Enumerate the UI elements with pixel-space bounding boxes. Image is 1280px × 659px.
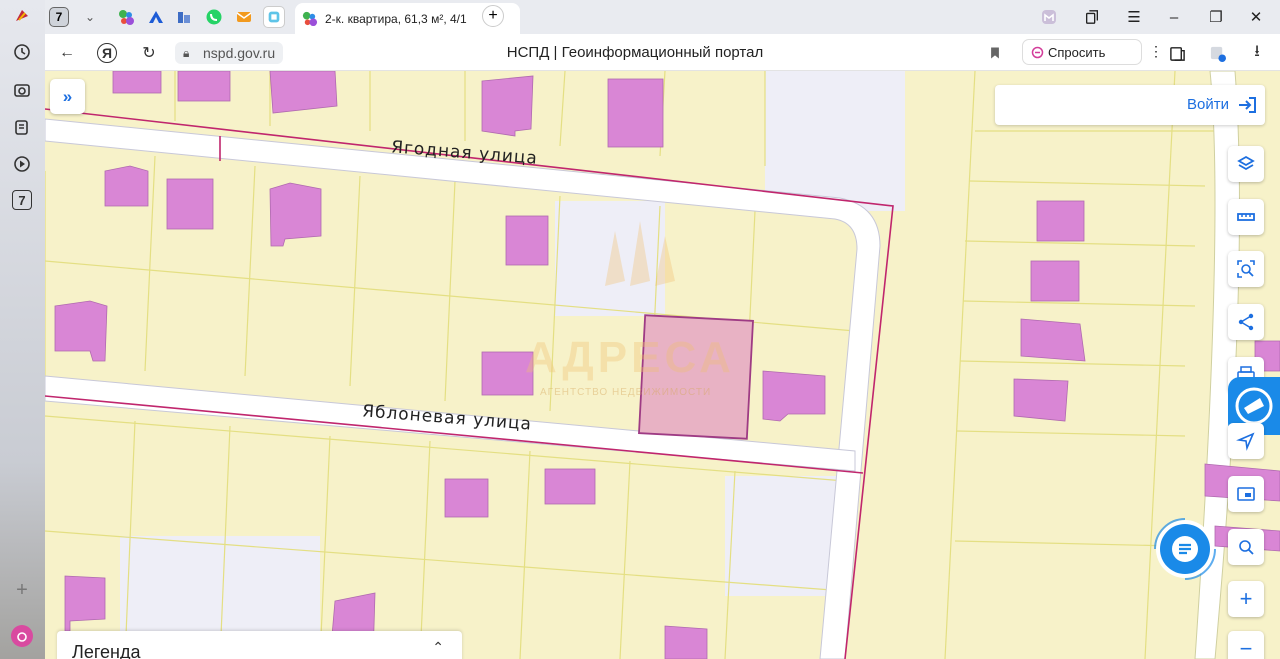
add-sidebar-icon[interactable]: + (10, 578, 34, 602)
area-search-button[interactable] (1228, 251, 1264, 287)
new-tab-button[interactable]: + (482, 5, 504, 27)
tab-favicon-avito-icon (301, 10, 318, 30)
tab-favicon-avito-icon[interactable] (115, 6, 137, 28)
chevron-up-down-icon[interactable]: ⌃⌄ (432, 639, 444, 659)
ruler-button[interactable] (1228, 199, 1264, 235)
browser-sidebar: 7 + (0, 0, 45, 659)
navigate-button[interactable] (1228, 423, 1264, 459)
map-canvas[interactable]: Ягодная улица Яблоневая улица АДРЕСА АГЕ… (45, 71, 1280, 659)
tab-favicon-building-icon[interactable] (173, 6, 195, 28)
login-panel[interactable]: Войти (995, 85, 1265, 125)
video-icon[interactable] (10, 152, 34, 176)
login-label: Войти (1187, 96, 1229, 113)
share-button[interactable] (1228, 304, 1264, 340)
zoom-out-button[interactable]: − (1228, 631, 1264, 659)
login-icon (1237, 95, 1257, 120)
tab-favicon-mail-icon[interactable] (233, 6, 255, 28)
ruler-icon (1237, 213, 1255, 221)
tab-favicon-arrow-icon[interactable] (145, 6, 167, 28)
menu-icon[interactable]: ☰ (1123, 6, 1145, 28)
location-search-icon (1239, 540, 1254, 555)
tab-title: 2-к. квартира, 61,3 м², 4/1 (325, 11, 467, 26)
location-search-button[interactable] (1228, 529, 1264, 565)
reading-list-icon[interactable] (1165, 41, 1189, 65)
tab-favicon-nspd-icon[interactable] (263, 6, 285, 28)
legend-panel[interactable]: Легенда ⌃⌄ (57, 631, 462, 659)
download-icon[interactable]: ⭳ (1245, 41, 1269, 65)
tab-counter[interactable]: 7 (49, 7, 69, 27)
ask-label: Спросить (1048, 44, 1106, 60)
chat-pulse-ring (1154, 518, 1216, 580)
watermark-text: АДРЕСА (525, 333, 735, 382)
close-icon[interactable]: ✕ (1245, 6, 1267, 28)
picture-in-picture-button[interactable] (1228, 476, 1264, 512)
ask-button[interactable]: Спросить ⋮ (1022, 39, 1163, 65)
watermark-subtext: АГЕНТСТВО НЕДВИЖИМОСТИ (540, 387, 712, 398)
tabs-dropdown-icon[interactable]: ⌄ (79, 6, 101, 28)
picture-in-picture-icon (1237, 487, 1255, 501)
sidebar-badge-icon[interactable]: 7 (12, 190, 32, 210)
assistant-widget-icon (1235, 387, 1273, 425)
zoom-in-icon: + (1239, 586, 1253, 611)
ask-sparkle-icon (1030, 45, 1045, 63)
share-icon (1238, 313, 1254, 331)
tab-strip: 7 ⌄ 2-к. квартира, 61,3 м², 4/1 + ☰ – ❐ … (45, 0, 1280, 34)
tab-favicon-whatsapp-icon[interactable] (203, 6, 225, 28)
restore-icon[interactable]: ❐ (1205, 6, 1227, 28)
expand-panel-button[interactable]: » (50, 79, 85, 114)
legend-label: Легенда (72, 642, 141, 659)
browser-logo-icon[interactable] (10, 4, 34, 28)
address-bar-row: ← Я ↻ 🔒︎ nspd.gov.ru НСПД | Геоинформаци… (45, 34, 1280, 71)
navigate-icon (1236, 432, 1255, 451)
more-vertical-icon[interactable]: ⋮ (1149, 43, 1163, 60)
profile-icon[interactable] (1038, 6, 1060, 28)
minimize-icon[interactable]: – (1163, 6, 1185, 28)
area-search-icon (1237, 260, 1255, 278)
alice-icon[interactable] (11, 625, 33, 647)
layers-button[interactable] (1228, 146, 1264, 182)
extension-icon[interactable] (1205, 41, 1229, 65)
history-icon[interactable] (10, 40, 34, 64)
double-chevron-right-icon: » (62, 86, 73, 106)
bookmarks-panel-icon[interactable] (1081, 6, 1103, 28)
zoom-in-button[interactable]: + (1228, 581, 1264, 617)
bookmark-icon[interactable] (983, 41, 1007, 65)
layers-icon (1237, 155, 1255, 171)
collections-icon[interactable] (10, 115, 34, 139)
zoom-out-icon: − (1239, 636, 1253, 659)
screenshot-icon[interactable] (10, 78, 34, 102)
